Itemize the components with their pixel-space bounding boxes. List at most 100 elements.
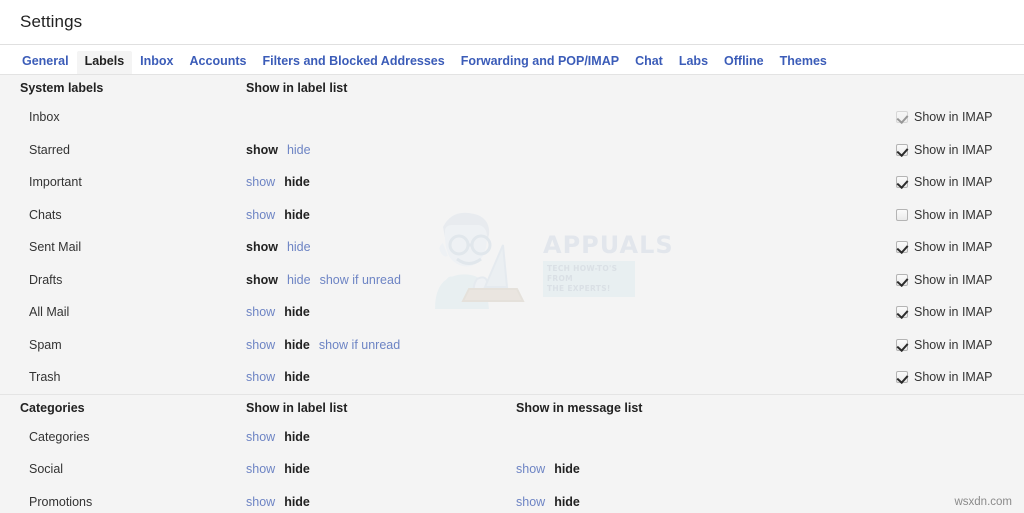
- label-row: Social show hide show hide: [0, 453, 1024, 486]
- show-in-imap-control[interactable]: Show in IMAP: [896, 370, 1024, 384]
- show-in-imap-label: Show in IMAP: [914, 370, 993, 385]
- tab-labs[interactable]: Labs: [671, 51, 716, 74]
- label-list-option-hide[interactable]: hide: [284, 495, 310, 509]
- imap-cell: Show in IMAP: [896, 305, 1024, 319]
- label-list-option-hide[interactable]: hide: [284, 175, 310, 189]
- show-in-imap-control[interactable]: Show in IMAP: [896, 305, 1024, 319]
- label-list-option-show-if-unread[interactable]: show if unread: [320, 273, 401, 287]
- show-in-imap-control[interactable]: Show in IMAP: [896, 208, 1024, 222]
- show-in-imap-checkbox[interactable]: [896, 273, 908, 286]
- settings-tabbar: General Labels Inbox Accounts Filters and Bl…: [0, 45, 1024, 75]
- label-row: Starred show hide Show in IMAP: [0, 134, 1024, 167]
- section-heading: System labels: [20, 81, 104, 95]
- message-list-option-show[interactable]: show: [516, 462, 545, 476]
- page-header: Settings: [0, 0, 1024, 45]
- message-list-options: show hide: [516, 495, 896, 509]
- show-in-imap-checkbox[interactable]: [896, 111, 908, 124]
- label-list-option-hide[interactable]: hide: [284, 338, 310, 352]
- label-list-options: show hide: [246, 495, 516, 509]
- label-list-option-hide[interactable]: hide: [284, 208, 310, 222]
- label-list-option-show[interactable]: show: [246, 240, 278, 254]
- label-name-cell: Chats: [0, 208, 246, 222]
- label-row: Drafts show hide show if unread Show in IMAP: [0, 264, 1024, 297]
- show-in-imap-control[interactable]: Show in IMAP: [896, 110, 1024, 124]
- label-list-option-hide[interactable]: hide: [284, 305, 310, 319]
- label-list-option-show[interactable]: show: [246, 462, 275, 476]
- show-in-imap-control[interactable]: Show in IMAP: [896, 143, 1024, 157]
- label-name: Sent Mail: [29, 240, 82, 255]
- show-in-imap-checkbox[interactable]: [896, 306, 908, 319]
- tab-themes[interactable]: Themes: [772, 51, 835, 74]
- label-list-options: show hide: [246, 430, 516, 444]
- show-in-imap-label: Show in IMAP: [914, 175, 993, 190]
- imap-cell: Show in IMAP: [896, 110, 1024, 124]
- imap-cell: Show in IMAP: [896, 208, 1024, 222]
- label-list-option-show[interactable]: show: [246, 430, 275, 444]
- label-list-option-show[interactable]: show: [246, 370, 275, 384]
- label-list-options: show hide show if unread: [246, 338, 516, 352]
- label-list-option-show-if-unread[interactable]: show if unread: [319, 338, 400, 352]
- label-list-option-show[interactable]: show: [246, 143, 278, 157]
- label-list-cell: show hide show if unread: [246, 338, 516, 352]
- label-name-cell: Sent Mail: [0, 240, 246, 254]
- section-header-system-labels: System labels Show in label list: [0, 75, 1024, 101]
- label-list-options: show hide: [246, 208, 516, 222]
- show-in-imap-checkbox[interactable]: [896, 208, 908, 221]
- site-credit: wsxdn.com: [954, 496, 1012, 508]
- label-list-option-hide[interactable]: hide: [287, 273, 311, 287]
- label-list-cell: show hide: [246, 143, 516, 157]
- label-list-option-hide[interactable]: hide: [284, 430, 310, 444]
- tab-filters-and-blocked-addresses[interactable]: Filters and Blocked Addresses: [254, 51, 452, 74]
- show-in-imap-checkbox[interactable]: [896, 176, 908, 189]
- label-list-option-hide[interactable]: hide: [284, 370, 310, 384]
- label-name: Starred: [29, 142, 70, 157]
- show-in-imap-control[interactable]: Show in IMAP: [896, 240, 1024, 254]
- label-list-option-show[interactable]: show: [246, 338, 275, 352]
- show-in-imap-checkbox[interactable]: [896, 371, 908, 384]
- label-name-cell: Starred: [0, 143, 246, 157]
- label-list-option-hide[interactable]: hide: [287, 143, 311, 157]
- show-in-imap-label: Show in IMAP: [914, 305, 993, 320]
- tab-forwarding-and-pop-imap[interactable]: Forwarding and POP/IMAP: [453, 51, 627, 74]
- label-row: Inbox Show in IMAP: [0, 101, 1024, 134]
- label-name: All Mail: [29, 305, 70, 320]
- show-in-imap-control[interactable]: Show in IMAP: [896, 273, 1024, 287]
- label-row: Promotions show hide show hide: [0, 486, 1024, 513]
- label-name: Trash: [29, 370, 61, 385]
- show-in-imap-checkbox[interactable]: [896, 241, 908, 254]
- label-row: Categories show hide: [0, 421, 1024, 454]
- label-list-option-hide[interactable]: hide: [284, 462, 310, 476]
- label-list-option-hide[interactable]: hide: [287, 240, 311, 254]
- label-name-cell: Promotions: [0, 495, 246, 509]
- label-list-option-show[interactable]: show: [246, 208, 275, 222]
- tab-general[interactable]: General: [14, 51, 77, 74]
- tab-offline[interactable]: Offline: [716, 51, 772, 74]
- show-in-imap-checkbox[interactable]: [896, 143, 908, 156]
- label-list-options: show hide show if unread: [246, 273, 516, 287]
- message-list-option-hide[interactable]: hide: [554, 495, 580, 509]
- show-in-imap-control[interactable]: Show in IMAP: [896, 175, 1024, 189]
- tab-labels[interactable]: Labels: [76, 51, 133, 74]
- label-list-cell: show hide: [246, 240, 516, 254]
- show-in-imap-label: Show in IMAP: [914, 240, 993, 255]
- tab-chat[interactable]: Chat: [627, 51, 671, 74]
- label-list-cell: show hide: [246, 495, 516, 509]
- label-name: Important: [29, 175, 82, 190]
- label-list-options: show hide: [246, 305, 516, 319]
- label-name: Promotions: [29, 494, 93, 509]
- label-list-option-show[interactable]: show: [246, 273, 278, 287]
- label-row: Spam show hide show if unread Show in IMAP: [0, 329, 1024, 362]
- show-in-imap-checkbox[interactable]: [896, 338, 908, 351]
- label-list-cell: show hide: [246, 370, 516, 384]
- label-list-option-show[interactable]: show: [246, 305, 275, 319]
- message-list-option-show[interactable]: show: [516, 495, 545, 509]
- tab-accounts[interactable]: Accounts: [182, 51, 255, 74]
- label-list-options: show hide: [246, 462, 516, 476]
- label-list-option-show[interactable]: show: [246, 175, 275, 189]
- message-list-option-hide[interactable]: hide: [554, 462, 580, 476]
- tab-inbox[interactable]: Inbox: [132, 51, 181, 74]
- column-header-message-list: Show in message list: [516, 400, 643, 415]
- label-row: All Mail show hide Show in IMAP: [0, 296, 1024, 329]
- show-in-imap-control[interactable]: Show in IMAP: [896, 338, 1024, 352]
- label-list-option-show[interactable]: show: [246, 495, 275, 509]
